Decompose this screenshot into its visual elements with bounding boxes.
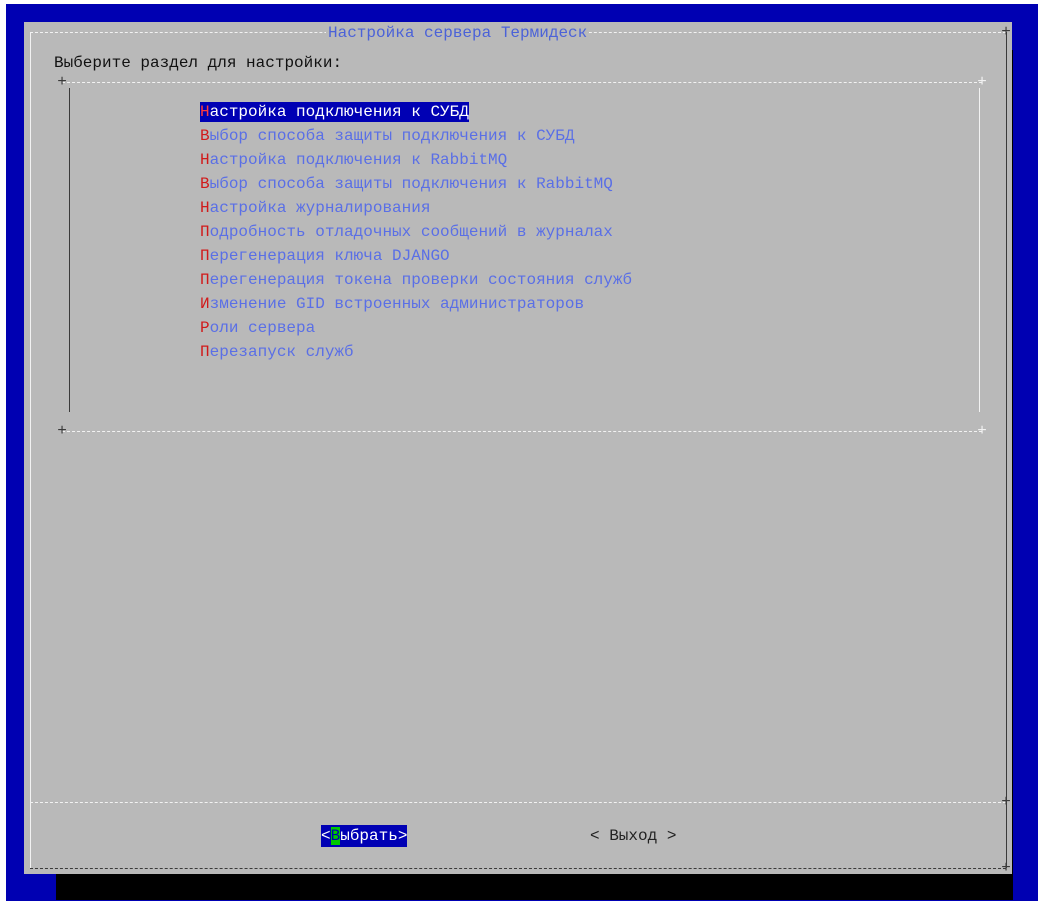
menu-item-django-key[interactable]: Перегенерация ключа DJANGO: [200, 246, 450, 266]
menu-item-logging[interactable]: Настройка журналирования: [200, 198, 430, 218]
dialog-prompt: Выберите раздел для настройки:: [54, 54, 343, 72]
select-button-open: <: [321, 827, 331, 845]
menu-item-server-roles[interactable]: Роли сервера: [200, 318, 315, 338]
select-button-label: ыбрать: [340, 827, 398, 845]
menu-item-hotkey: В: [200, 127, 210, 145]
menu-item-hotkey: П: [200, 223, 210, 241]
menu-item-label: ыбор способа защиты подключения к СУБД: [209, 127, 575, 145]
dialog-right-border: [1006, 32, 1007, 868]
menu-item-label: одробность отладочных сообщений в журнал…: [209, 223, 613, 241]
menu-item-db-connection[interactable]: Настройка подключения к СУБД: [200, 102, 469, 122]
button-bar-corner: +: [1001, 793, 1011, 811]
menu-item-hotkey: Р: [200, 319, 210, 337]
menu-item-hotkey: Н: [200, 103, 210, 121]
list-corner-bottom-left: +: [57, 422, 67, 440]
menu-item-hotkey: И: [200, 295, 210, 313]
menu-item-label: оли сервера: [209, 319, 316, 337]
menu-item-label: зменение GID встроенных администраторов: [209, 295, 585, 313]
menu-item-health-token[interactable]: Перегенерация токена проверки состояния …: [200, 270, 632, 290]
button-bar-top-border: [30, 802, 1006, 803]
menu-item-label: ерегенерация токена проверки состояния с…: [209, 271, 633, 289]
menu-item-hotkey: П: [200, 343, 210, 361]
select-button-close: >: [397, 827, 408, 845]
list-corner-top-left: +: [57, 73, 67, 91]
terminal-screen: + + Настройка сервера Термидеск Выберите…: [6, 4, 1038, 901]
menu-item-label: астройка подключения к RabbitMQ: [209, 151, 508, 169]
select-button[interactable]: <Выбрать>: [321, 825, 408, 847]
list-left-border: [69, 88, 70, 412]
menu-item-label: астройка подключения к СУБД: [209, 103, 469, 121]
select-button-hotkey: В: [330, 827, 341, 845]
menu-item-hotkey: Н: [200, 151, 210, 169]
menu-item-hotkey: П: [200, 247, 210, 265]
dialog-left-border: [30, 32, 31, 868]
menu-item-hotkey: В: [200, 175, 210, 193]
list-corner-top-right: +: [977, 73, 987, 91]
dialog-bottom-border: [30, 868, 1006, 869]
list-bottom-border: [62, 431, 982, 432]
dialog-corner-top-right: +: [1001, 23, 1011, 41]
list-corner-bottom-right: +: [977, 422, 987, 440]
menu-item-rabbitmq-connection[interactable]: Настройка подключения к RabbitMQ: [200, 150, 507, 170]
menu-item-label: ыбор способа защиты подключения к Rabbit…: [209, 175, 613, 193]
menu-item-label: ерегенерация ключа DJANGO: [209, 247, 450, 265]
menu-item-hotkey: П: [200, 271, 210, 289]
menu-item-rabbitmq-security[interactable]: Выбор способа защиты подключения к Rabbi…: [200, 174, 613, 194]
menu-item-label: астройка журналирования: [209, 199, 431, 217]
list-top-border: [62, 82, 982, 83]
menu-item-admin-gid[interactable]: Изменение GID встроенных администраторов: [200, 294, 584, 314]
dialog-title: Настройка сервера Термидеск: [326, 24, 590, 42]
list-right-border: [979, 88, 980, 412]
menu-item-hotkey: Н: [200, 199, 210, 217]
menu-item-db-security[interactable]: Выбор способа защиты подключения к СУБД: [200, 126, 574, 146]
menu-item-label: ерезапуск служб: [209, 343, 354, 361]
dialog-window: + + Настройка сервера Термидеск Выберите…: [24, 22, 1012, 877]
menu-item-restart-services[interactable]: Перезапуск служб: [200, 342, 354, 362]
dialog-corner-bottom-right: +: [1001, 859, 1011, 877]
menu-item-debug-verbosity[interactable]: Подробность отладочных сообщений в журна…: [200, 222, 613, 242]
exit-button[interactable]: < Выход >: [590, 825, 676, 847]
